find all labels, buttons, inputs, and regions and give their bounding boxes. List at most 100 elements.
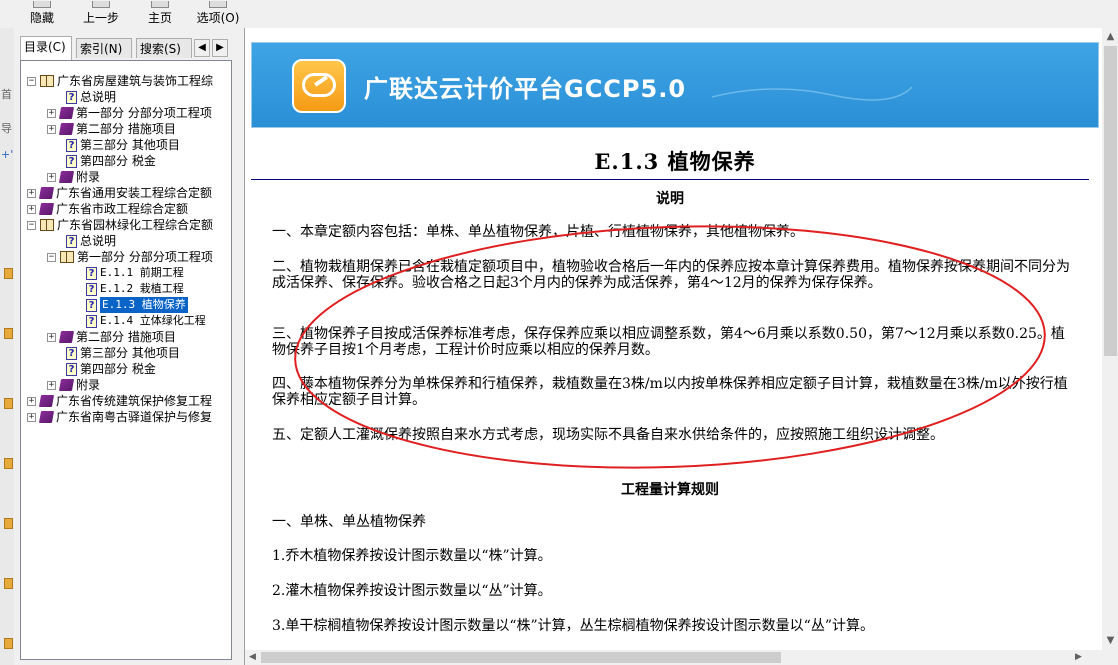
strip-label-guide: 导: [1, 122, 12, 135]
doc-paragraph: 2.灌木植物保养按设计图示数量以“丛”计算。: [272, 583, 552, 599]
tree-item-label: E.1.2 栽植工程: [100, 282, 184, 295]
collapse-icon[interactable]: −: [27, 76, 36, 86]
tree-item[interactable]: + 第二部分 措施项目: [47, 121, 176, 137]
book-icon: [38, 395, 55, 407]
content-pane: 广联达云计价平台GCCP5.0 E.1.3 植物保养 说明 一、本章定额内容包括…: [244, 28, 1118, 665]
strip-marker-icon: [4, 638, 13, 649]
book-icon: [58, 123, 75, 135]
tree-item[interactable]: + 广东省市政工程综合定额: [27, 201, 188, 217]
back-icon: [92, 1, 110, 8]
tab-contents[interactable]: 目录(C): [20, 36, 72, 60]
options-icon: [209, 1, 227, 8]
tree-item-label: 第三部分 其他项目: [80, 138, 180, 152]
tree-item[interactable]: + 第二部分 措施项目: [47, 329, 176, 345]
book-icon: [38, 187, 55, 199]
scroll-left-icon[interactable]: ◀: [245, 650, 260, 665]
help-page-icon: ?: [86, 282, 97, 296]
tree-item[interactable]: + 广东省传统建筑保护修复工程: [27, 393, 212, 409]
tree-item-label: 广东省通用安装工程综合定额: [56, 186, 213, 200]
expand-icon[interactable]: +: [47, 108, 56, 118]
book-icon: [38, 203, 55, 215]
expand-icon[interactable]: +: [27, 396, 36, 406]
tab-index[interactable]: 索引(N): [76, 38, 132, 58]
help-page-icon: ?: [66, 154, 77, 168]
tab-scroll-left-icon[interactable]: ◀: [194, 39, 210, 57]
tree-item[interactable]: ? E.1.2 栽植工程: [86, 281, 184, 297]
pane-splitter[interactable]: [234, 28, 244, 665]
tree-item[interactable]: − 第一部分 分部分项工程项: [47, 249, 213, 265]
book-icon: [58, 379, 75, 391]
app-logo-icon: [292, 59, 346, 113]
scroll-thumb[interactable]: [261, 652, 781, 663]
open-book-icon: [40, 75, 54, 87]
toolbar: 隐藏 上一步 主页 选项(O): [0, 0, 1118, 29]
tab-contents-label: 目录(C): [24, 40, 66, 54]
expand-icon[interactable]: +: [47, 172, 56, 182]
tree-item-label: E.1.4 立体绿化工程: [100, 314, 206, 327]
strip-label-home: 首: [1, 88, 12, 101]
tree-item[interactable]: + 附录: [47, 377, 100, 393]
tree-item-label: E.1.1 前期工程: [100, 266, 184, 279]
tree-item-selected[interactable]: ? E.1.3 植物保养: [86, 297, 188, 313]
options-button[interactable]: 选项(O): [192, 0, 244, 26]
title-divider: [251, 179, 1089, 180]
expand-icon[interactable]: +: [47, 380, 56, 390]
hide-button[interactable]: 隐藏: [22, 0, 62, 26]
doc-paragraph: 一、单株、单丛植物保养: [272, 514, 426, 530]
expand-icon[interactable]: +: [47, 124, 56, 134]
tree-item[interactable]: + 第一部分 分部分项工程项: [47, 105, 212, 121]
tree-item[interactable]: ? 总说明: [66, 89, 116, 105]
horizontal-scrollbar[interactable]: ◀ ▶: [245, 650, 1102, 665]
tree-item[interactable]: − 广东省房屋建筑与装饰工程综: [27, 73, 213, 89]
tree-item-label: 第一部分 分部分项工程项: [76, 106, 212, 120]
product-banner: 广联达云计价平台GCCP5.0: [251, 42, 1099, 128]
help-page-icon: ?: [86, 266, 97, 280]
tree-item[interactable]: − 广东省园林绿化工程综合定额: [27, 217, 213, 233]
expand-icon[interactable]: +: [27, 412, 36, 422]
collapse-icon[interactable]: −: [47, 252, 56, 262]
scroll-down-icon[interactable]: ▼: [1102, 632, 1118, 649]
tab-search[interactable]: 搜索(S): [136, 38, 192, 58]
expand-icon[interactable]: +: [27, 188, 36, 198]
help-page-icon: ?: [66, 362, 77, 376]
expand-icon[interactable]: +: [27, 204, 36, 214]
scroll-right-icon[interactable]: ▶: [1071, 650, 1086, 665]
collapse-icon[interactable]: −: [27, 220, 36, 230]
scroll-thumb[interactable]: [1104, 46, 1117, 356]
strip-marker-icon: [4, 518, 13, 529]
strip-marker-icon: [4, 328, 13, 339]
tree-item[interactable]: ? 第三部分 其他项目: [66, 345, 180, 361]
hide-label: 隐藏: [29, 11, 54, 25]
vertical-scrollbar[interactable]: ▲ ▼: [1102, 28, 1118, 665]
expand-icon[interactable]: +: [47, 332, 56, 342]
back-button[interactable]: 上一步: [76, 0, 126, 26]
annotation-ellipse: [294, 225, 1046, 469]
tree-item[interactable]: ? 第四部分 税金: [66, 361, 156, 377]
tree-item[interactable]: ? 总说明: [66, 233, 116, 249]
options-label: 选项(O): [196, 11, 240, 25]
contents-tree: − 广东省房屋建筑与装饰工程综 ? 总说明 + 第一部分 分部分项工程项 + 第…: [20, 60, 232, 660]
tree-item[interactable]: ? 第四部分 税金: [66, 153, 156, 169]
tree-item[interactable]: + 广东省南粤古驿道保护与修复: [27, 409, 212, 425]
tree-item[interactable]: + 附录: [47, 169, 100, 185]
tree-item-label: 附录: [76, 170, 101, 184]
scroll-up-icon[interactable]: ▲: [1102, 28, 1118, 45]
tree-item[interactable]: ? E.1.1 前期工程: [86, 265, 184, 281]
help-page-icon: ?: [66, 138, 77, 152]
tree-item-label: 广东省市政工程综合定额: [56, 202, 189, 216]
tree-item-label: 广东省房屋建筑与装饰工程综: [57, 74, 214, 88]
tab-scroll-right-icon[interactable]: ▶: [212, 39, 228, 57]
home-button[interactable]: 主页: [140, 0, 180, 26]
tree-item[interactable]: + 广东省通用安装工程综合定额: [27, 185, 212, 201]
open-book-icon: [60, 251, 74, 263]
strip-marker-icon: [4, 268, 13, 279]
doc-paragraph: 1.乔木植物保养按设计图示数量以“株”计算。: [272, 548, 552, 564]
tree-item[interactable]: ? E.1.4 立体绿化工程: [86, 313, 206, 329]
tree-item[interactable]: ? 第三部分 其他项目: [66, 137, 180, 153]
tree-item-label: E.1.3 植物保养: [100, 297, 188, 313]
help-page-icon: ?: [66, 90, 77, 104]
book-icon: [58, 331, 75, 343]
background-app-strip: 首 导 +': [0, 28, 15, 665]
help-page-icon: ?: [86, 298, 97, 312]
tree-item-label: 第四部分 税金: [80, 154, 156, 168]
